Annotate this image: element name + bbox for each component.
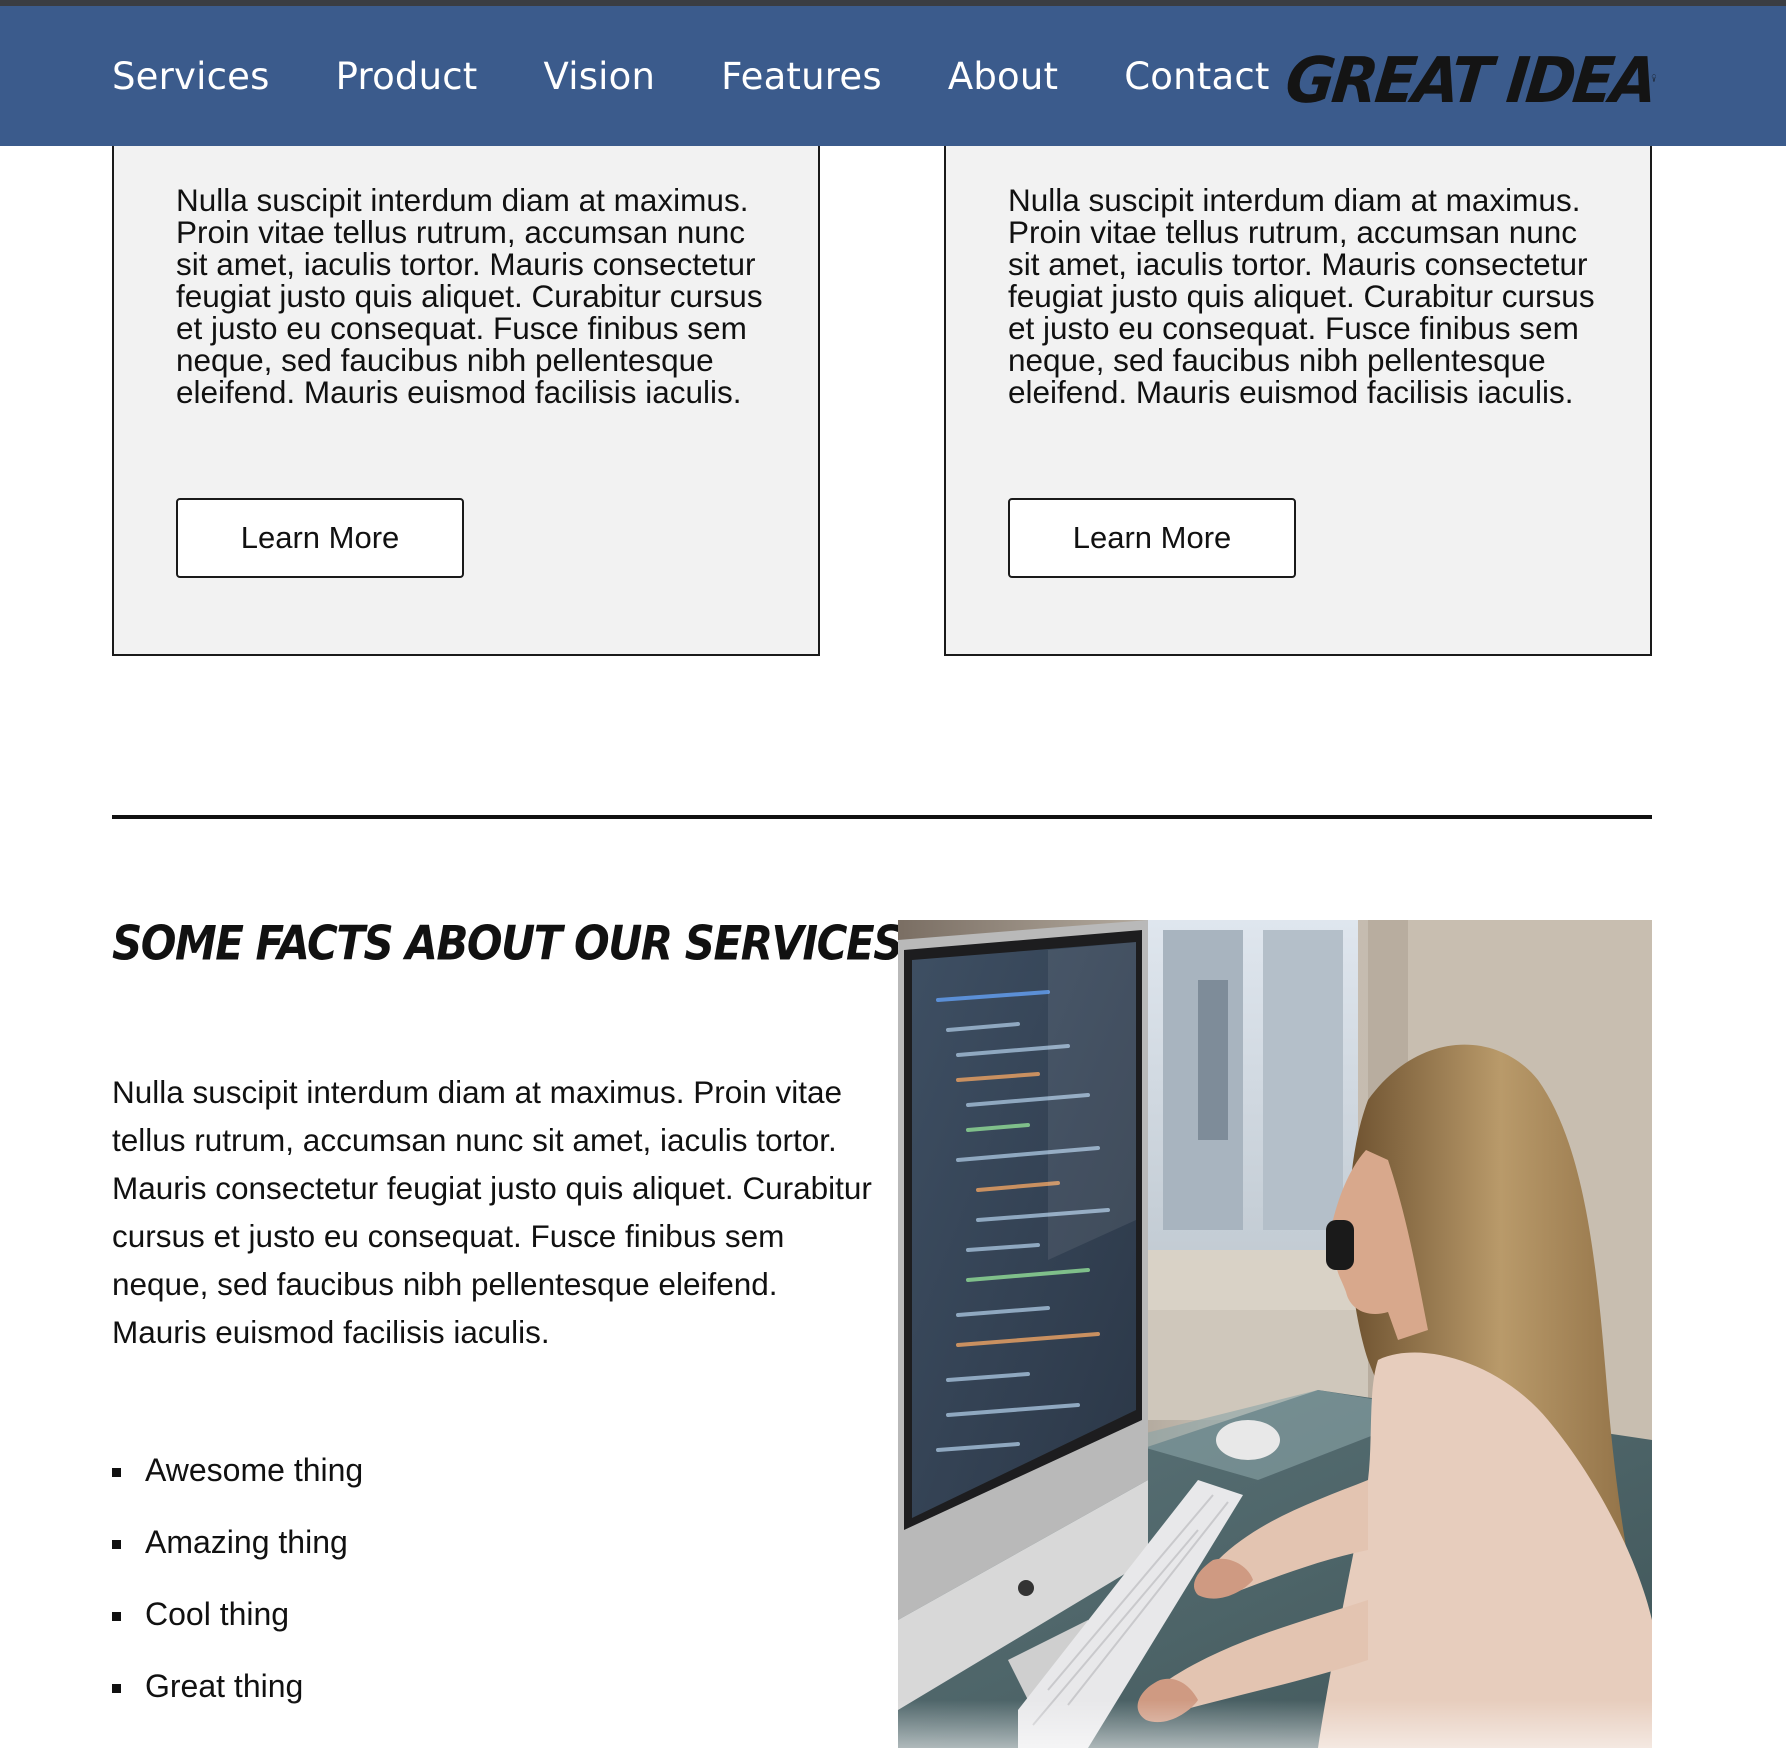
list-item: Amazing thing <box>112 1522 712 1594</box>
page: Services Product Vision Features About C… <box>0 0 1786 1748</box>
card-text: Nulla suscipit interdum diam at maximus.… <box>1008 182 1595 410</box>
service-card-2: Nulla suscipit interdum diam at maximus.… <box>944 100 1652 656</box>
logo-text: GREAT IDEA <box>1282 44 1659 118</box>
list-item: Great thing <box>112 1666 712 1738</box>
list-item-label: Amazing thing <box>145 1524 348 1560</box>
list-item: Cool thing <box>112 1594 712 1666</box>
section-divider <box>112 815 1652 819</box>
facts-paragraph: Nulla suscipit interdum diam at maximus.… <box>112 1074 872 1350</box>
facts-list: Awesome thing Amazing thing Cool thing G… <box>112 1450 712 1738</box>
service-card-1: Nulla suscipit interdum diam at maximus.… <box>112 100 820 656</box>
square-bullet-icon <box>112 1468 121 1477</box>
learn-more-button[interactable]: Learn More <box>176 498 464 578</box>
nav-link-vision[interactable]: Vision <box>544 55 656 98</box>
nav-item-services: Services <box>112 55 270 98</box>
nav-link-contact[interactable]: Contact <box>1124 55 1269 98</box>
nav-item-about: About <box>948 55 1058 98</box>
photo-illustration <box>898 920 1652 1748</box>
logo[interactable]: GREAT IDEA <box>1282 40 1659 122</box>
square-bullet-icon <box>112 1612 121 1621</box>
card-text: Nulla suscipit interdum diam at maximus.… <box>176 182 763 410</box>
facts-photo <box>898 920 1652 1748</box>
list-item-label: Great thing <box>145 1668 304 1704</box>
nav-link-about[interactable]: About <box>948 55 1058 98</box>
square-bullet-icon <box>112 1540 121 1549</box>
navbar: Services Product Vision Features About C… <box>0 6 1786 146</box>
nav-link-features[interactable]: Features <box>721 55 882 98</box>
nav-link-product[interactable]: Product <box>336 55 478 98</box>
nav-item-vision: Vision <box>544 55 656 98</box>
list-item-label: Awesome thing <box>145 1452 364 1488</box>
list-item: Awesome thing <box>112 1450 712 1522</box>
nav-link-services[interactable]: Services <box>112 55 270 98</box>
square-bullet-icon <box>112 1684 121 1693</box>
nav-item-contact: Contact <box>1124 55 1269 98</box>
nav-item-features: Features <box>721 55 882 98</box>
list-item-label: Cool thing <box>145 1596 290 1632</box>
facts-title: Some facts about our services <box>112 916 903 971</box>
learn-more-button[interactable]: Learn More <box>1008 498 1296 578</box>
nav-item-product: Product <box>336 55 478 98</box>
nav-links: Services Product Vision Features About C… <box>112 6 1270 146</box>
